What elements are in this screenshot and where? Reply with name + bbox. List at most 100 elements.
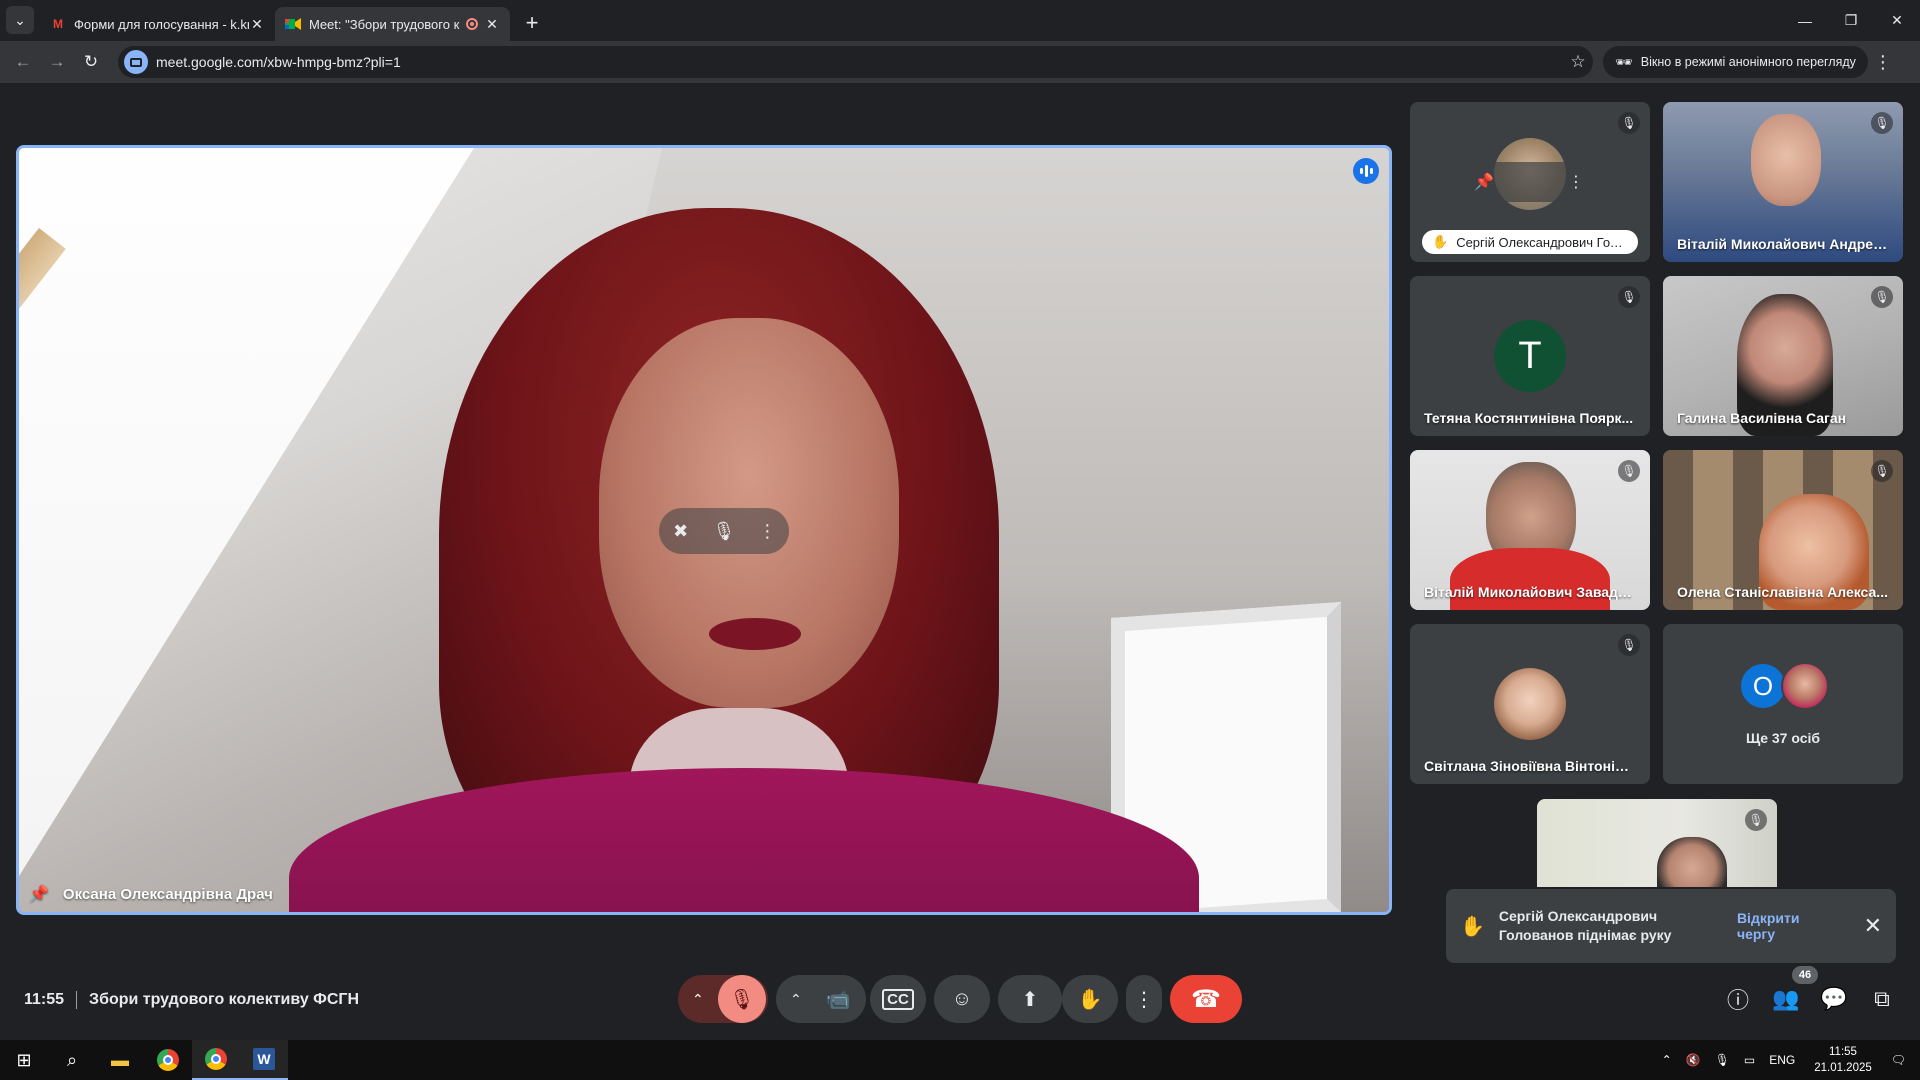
avatar	[1494, 668, 1566, 740]
mic-toggle-button[interactable]: 🎙	[718, 975, 766, 1023]
volume-muted-icon[interactable]: 🔇	[1686, 1053, 1701, 1067]
more-options-button[interactable]: ⋮	[1126, 975, 1162, 1023]
chevron-up-icon[interactable]: ⌃	[1662, 1053, 1672, 1067]
participant-tile[interactable]: 🎙 Олена Станіславівна Алекса...	[1663, 450, 1903, 610]
gmail-icon: M	[53, 17, 63, 31]
chat-button[interactable]: 💬	[1810, 975, 1858, 1023]
divider	[76, 991, 78, 1009]
participant-tile[interactable]: 📌 ⋮ 🎙 ✋ Сергій Олександрович Гол...	[1410, 102, 1650, 262]
participant-face	[1657, 837, 1727, 887]
hand-icon: ✋	[1077, 988, 1103, 1011]
chat-icon: 💬	[1820, 986, 1848, 1011]
reactions-button[interactable]: ☺	[934, 975, 990, 1023]
main-video-tile[interactable]: ✖ 🎙 ⋮ 📌 Оксана Олександрівна Драч	[16, 145, 1392, 915]
minimize-icon[interactable]: —	[1782, 0, 1828, 41]
info-icon: ⓘ	[1726, 988, 1749, 1013]
meeting-time: 11:55	[24, 991, 65, 1008]
participant-tile[interactable]: 🎙 Галина Василівна Саган	[1663, 276, 1903, 436]
system-tray: ⌃ 🔇 🎙 ▭ ENG 11:55 21.01.2025 🗨	[1655, 1040, 1920, 1080]
raised-hand-icon: ✋	[1432, 234, 1449, 249]
chevron-up-icon[interactable]: ⌃	[790, 991, 802, 1008]
notifications-icon[interactable]: 🗨	[1891, 1053, 1906, 1067]
open-queue-button[interactable]: Відкрити чергу	[1737, 910, 1840, 942]
raised-hand-pill: ✋ Сергій Олександрович Гол...	[1422, 230, 1638, 254]
tab-search-button[interactable]: ⌄	[6, 6, 34, 34]
unpin-icon[interactable]: ✖	[666, 521, 696, 542]
incognito-indicator[interactable]: 🕶 Вікно в режимі анонімного перегляду	[1603, 46, 1868, 78]
search-icon[interactable]: ⌕	[48, 1040, 96, 1080]
windows-start-icon[interactable]: ⊞	[0, 1040, 48, 1080]
more-options-icon[interactable]: ⋮	[1568, 172, 1584, 192]
meeting-title[interactable]: Збори трудового колективу ФСГН	[89, 991, 359, 1009]
activities-button[interactable]: ⧉	[1858, 975, 1906, 1023]
mic-off-icon: 🎙	[1871, 112, 1893, 134]
leave-call-button[interactable]: ☎	[1170, 975, 1242, 1023]
present-button[interactable]: ⬆	[998, 975, 1062, 1023]
more-participants-tile[interactable]: О Ще 37 осіб	[1663, 624, 1903, 784]
avatar: О	[1739, 662, 1787, 710]
participant-tile[interactable]: 🎙 Віталій Миколайович Андреєв	[1663, 102, 1903, 262]
camera-icon: 📹	[825, 988, 851, 1011]
chrome-icon[interactable]	[144, 1040, 192, 1080]
file-explorer-icon[interactable]: ▬	[96, 1040, 144, 1080]
mic-off-icon: 🎙	[1618, 286, 1640, 308]
tab-title: Форми для голосування - k.kr	[74, 16, 249, 32]
mute-participant-icon[interactable]: 🎙	[709, 521, 739, 542]
people-icon: 👥	[1772, 986, 1800, 1011]
more-avatars: О	[1739, 662, 1829, 710]
url-text: meet.google.com/xbw-hmpg-bmz?pli=1	[156, 54, 401, 70]
raise-hand-button[interactable]: ✋	[1062, 975, 1118, 1023]
activities-icon: ⧉	[1874, 986, 1890, 1011]
close-window-icon[interactable]: ✕	[1874, 0, 1920, 41]
tab-gmail-forms[interactable]: M Форми для голосування - k.kr ✕	[40, 7, 275, 41]
speaker-lips	[709, 618, 801, 650]
mic-off-icon: 🎙	[729, 988, 755, 1011]
participant-face	[1751, 114, 1821, 206]
tab-meet[interactable]: Meet: "Збори трудового ко ✕	[275, 7, 510, 41]
microphone-icon[interactable]: 🎙	[1715, 1053, 1730, 1067]
close-tab-icon[interactable]: ✕	[249, 16, 265, 33]
self-view-tile[interactable]: 🎙	[1537, 799, 1777, 887]
participant-tile[interactable]: Т 🎙 Тетяна Костянтинівна Поярк...	[1410, 276, 1650, 436]
restore-icon[interactable]: ❐	[1828, 0, 1874, 41]
address-bar[interactable]: meet.google.com/xbw-hmpg-bmz?pli=1 ☆	[118, 46, 1593, 78]
pin-icon[interactable]: 📌	[1474, 172, 1494, 192]
participant-name: Віталій Миколайович Завадс...	[1424, 584, 1636, 600]
participant-name: Світлана Зіновіївна Вінтонів-...	[1424, 758, 1636, 774]
taskbar-clock[interactable]: 11:55 21.01.2025	[1814, 1044, 1872, 1076]
browser-menu-icon[interactable]: ⋮	[1868, 52, 1898, 73]
mic-off-icon: 🎙	[1618, 460, 1640, 482]
back-icon[interactable]: ←	[6, 45, 40, 79]
taskbar: ⊞ ⌕ ▬ W ⌃ 🔇 🎙 ▭ ENG 11:55 21.01.2025 🗨	[0, 1040, 1920, 1080]
participant-tile[interactable]: 🎙 Віталій Миколайович Завадс...	[1410, 450, 1650, 610]
participant-name: Олена Станіславівна Алекса...	[1677, 584, 1888, 600]
reload-icon[interactable]: ↻	[74, 45, 108, 79]
taskbar-time: 11:55	[1829, 1046, 1857, 1058]
new-tab-button[interactable]: +	[518, 9, 546, 37]
tile-hover-controls: 📌 ⋮	[1464, 162, 1594, 202]
captions-button[interactable]: CC	[870, 975, 926, 1023]
raised-hand-notification: ✋ Сергій Олександрович Голованов підніма…	[1446, 889, 1896, 963]
meeting-details-button[interactable]: ⓘ	[1714, 975, 1762, 1023]
chevron-up-icon[interactable]: ⌃	[692, 991, 704, 1008]
chrome-incognito-icon[interactable]	[192, 1040, 240, 1080]
bookmark-star-icon[interactable]: ☆	[1563, 52, 1593, 72]
end-call-icon: ☎	[1191, 985, 1221, 1013]
emoji-icon: ☺	[951, 987, 973, 1010]
network-icon[interactable]: ▭	[1744, 1053, 1755, 1067]
forward-icon[interactable]: →	[40, 45, 74, 79]
participant-name: Сергій Олександрович Гол...	[1456, 234, 1628, 250]
captions-icon: CC	[882, 988, 914, 1010]
participant-tile[interactable]: 🎙 Світлана Зіновіївна Вінтонів-...	[1410, 624, 1650, 784]
close-tab-icon[interactable]: ✕	[484, 16, 500, 33]
avatar: Т	[1494, 320, 1566, 392]
participant-name: Тетяна Костянтинівна Поярк...	[1424, 410, 1634, 426]
close-notification-icon[interactable]: ✕	[1864, 913, 1882, 939]
word-icon[interactable]: W	[240, 1040, 288, 1080]
site-info-icon[interactable]	[124, 50, 148, 74]
mic-off-icon: 🎙	[1871, 460, 1893, 482]
more-options-icon[interactable]: ⋮	[752, 521, 782, 542]
mic-off-icon: 🎙	[1618, 112, 1640, 134]
camera-toggle-button[interactable]: 📹	[814, 975, 862, 1023]
language-indicator[interactable]: ENG	[1769, 1053, 1795, 1067]
